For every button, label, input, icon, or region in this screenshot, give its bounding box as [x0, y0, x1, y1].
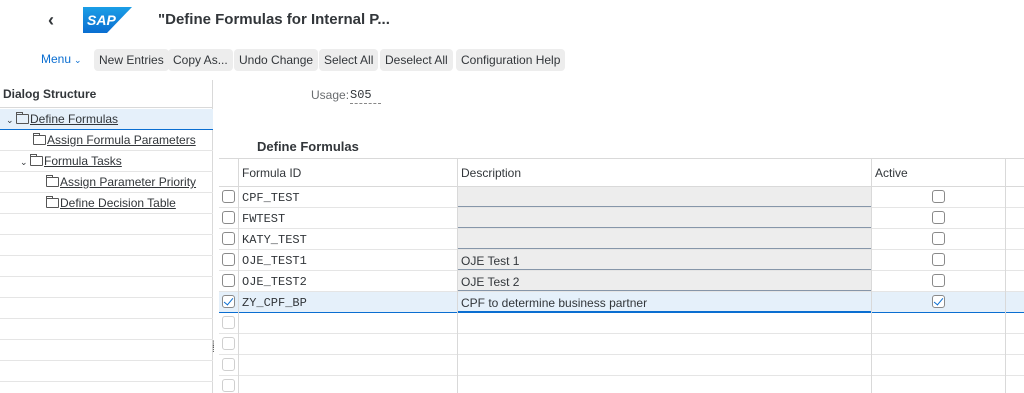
formulas-table: Formula ID Description Active CPF_TEST F…	[219, 158, 1024, 393]
folder-icon	[46, 175, 59, 187]
expand-arrow-icon[interactable]: ⌄	[20, 157, 30, 168]
description-input[interactable]	[458, 208, 871, 228]
row-select-checkbox[interactable]	[222, 358, 235, 371]
deselect-all-button[interactable]: Deselect All	[380, 49, 453, 71]
tree-item-assign-parameter-priority[interactable]: Assign Parameter Priority	[0, 172, 213, 193]
shell-bar: ‹ SAP "Define Formulas for Internal P...	[0, 0, 1024, 40]
active-checkbox[interactable]	[932, 253, 945, 266]
column-divider	[457, 158, 458, 393]
column-divider	[238, 158, 239, 393]
chevron-down-icon: ⌄	[74, 55, 82, 65]
row-select-checkbox[interactable]	[222, 253, 235, 266]
row-select-checkbox[interactable]	[222, 379, 235, 392]
dialog-structure-header: Dialog Structure	[0, 80, 213, 108]
description-input[interactable]: OJE Test 2	[458, 271, 871, 291]
table-row[interactable]: OJE_TEST2 OJE Test 2	[219, 271, 1024, 292]
formula-id-cell: OJE_TEST2	[242, 275, 307, 289]
row-select-checkbox[interactable]	[222, 295, 235, 308]
sap-logo-text: SAP	[87, 12, 116, 28]
description-input[interactable]: OJE Test 1	[458, 250, 871, 270]
table-row-selected[interactable]: ZY_CPF_BP CPF to determine business part…	[219, 292, 1024, 313]
open-folder-icon	[16, 112, 29, 124]
column-header-description[interactable]: Description	[461, 166, 521, 180]
tree-item-formula-tasks[interactable]: ⌄ Formula Tasks	[0, 151, 213, 172]
description-input[interactable]	[458, 187, 871, 207]
tree-empty-row	[0, 319, 213, 340]
table-row[interactable]: KATY_TEST	[219, 229, 1024, 250]
new-entries-button[interactable]: New Entries	[94, 49, 169, 71]
column-header-active[interactable]: Active	[875, 166, 908, 180]
column-divider	[1005, 158, 1006, 393]
usage-label: Usage:	[311, 88, 350, 102]
tree-item-define-decision-table[interactable]: Define Decision Table	[0, 193, 213, 214]
active-checkbox[interactable]	[932, 295, 945, 308]
tree-item-label[interactable]: Assign Parameter Priority	[60, 175, 196, 189]
folder-icon	[30, 154, 43, 166]
tree-item-assign-formula-parameters[interactable]: Assign Formula Parameters	[0, 130, 213, 151]
tree-item-define-formulas[interactable]: ⌄ Define Formulas	[0, 109, 213, 130]
expand-arrow-icon[interactable]: ⌄	[6, 115, 16, 126]
sap-logo: SAP	[83, 7, 132, 33]
row-select-checkbox[interactable]	[222, 337, 235, 350]
configuration-help-button[interactable]: Configuration Help	[456, 49, 566, 71]
empty-table-row	[219, 334, 1024, 355]
folder-icon	[46, 196, 59, 208]
active-checkbox[interactable]	[932, 274, 945, 287]
page-title: "Define Formulas for Internal P...	[158, 11, 390, 28]
tree-item-label[interactable]: Assign Formula Parameters	[47, 133, 196, 147]
formula-id-cell: KATY_TEST	[242, 233, 307, 247]
description-input[interactable]: CPF to determine business partner	[458, 292, 871, 312]
row-select-checkbox[interactable]	[222, 274, 235, 287]
table-row[interactable]: FWTEST	[219, 208, 1024, 229]
formula-id-cell: ZY_CPF_BP	[242, 296, 307, 310]
tree-empty-row	[0, 277, 213, 298]
column-header-formula-id[interactable]: Formula ID	[242, 166, 301, 180]
tree-item-label[interactable]: Formula Tasks	[44, 154, 122, 168]
empty-table-row	[219, 355, 1024, 376]
tree-empty-row	[0, 235, 213, 256]
tree-empty-row	[0, 340, 213, 361]
dialog-structure-panel: Dialog Structure ⌄ Define Formulas Assign…	[0, 80, 213, 393]
table-title: Define Formulas	[257, 139, 359, 154]
usage-value: S05	[350, 88, 381, 104]
row-select-checkbox[interactable]	[222, 316, 235, 329]
table-row[interactable]: OJE_TEST1 OJE Test 1	[219, 250, 1024, 271]
select-all-button[interactable]: Select All	[319, 49, 379, 71]
active-checkbox[interactable]	[932, 190, 945, 203]
tree-empty-row	[0, 214, 213, 235]
tree-empty-row	[0, 361, 213, 382]
formula-id-cell: FWTEST	[242, 212, 286, 226]
folder-icon	[33, 133, 46, 145]
active-checkbox[interactable]	[932, 232, 945, 245]
tree-empty-row	[0, 298, 213, 319]
menu-button[interactable]: Menu ⌄	[41, 52, 82, 66]
active-checkbox[interactable]	[932, 211, 945, 224]
description-input[interactable]	[458, 229, 871, 249]
row-select-checkbox[interactable]	[222, 190, 235, 203]
row-select-checkbox[interactable]	[222, 211, 235, 224]
column-divider	[871, 158, 872, 393]
empty-table-row	[219, 376, 1024, 393]
empty-table-row	[219, 313, 1024, 334]
row-select-checkbox[interactable]	[222, 232, 235, 245]
tree-item-label[interactable]: Define Formulas	[30, 112, 118, 126]
tree-item-label[interactable]: Define Decision Table	[60, 196, 176, 210]
formula-id-cell: CPF_TEST	[242, 191, 300, 205]
table-row[interactable]: CPF_TEST	[219, 187, 1024, 208]
table-header: Formula ID Description Active	[219, 158, 1024, 187]
tree-empty-row	[0, 256, 213, 277]
panel-splitter-handle[interactable]: ⁞ ⁞	[212, 341, 217, 355]
copy-as-button[interactable]: Copy As...	[168, 49, 233, 71]
back-icon[interactable]: ‹	[48, 10, 64, 30]
menu-label: Menu	[41, 52, 72, 66]
undo-change-button[interactable]: Undo Change	[234, 49, 319, 71]
formula-id-cell: OJE_TEST1	[242, 254, 307, 268]
toolbar: Menu ⌄ New Entries Copy As... Undo Change…	[0, 49, 1024, 71]
